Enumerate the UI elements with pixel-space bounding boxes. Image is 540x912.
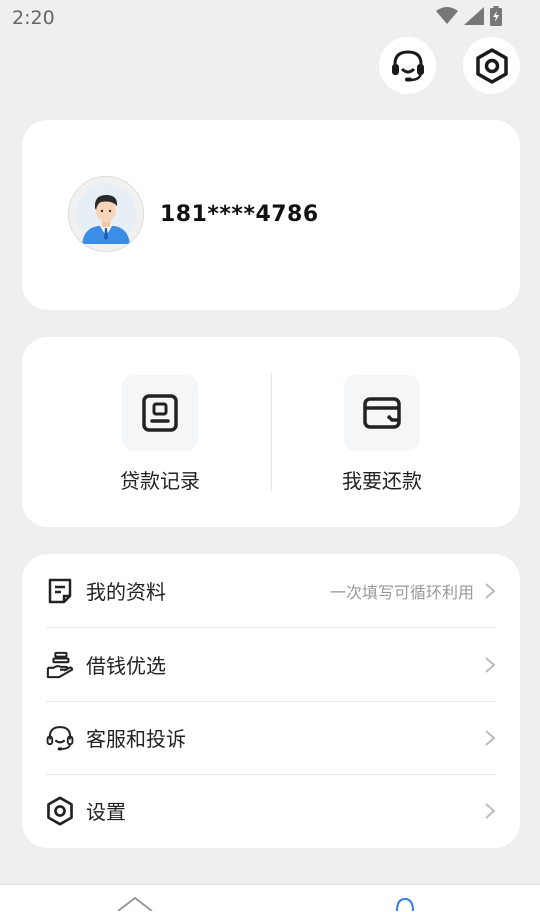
status-bar: 2:20 xyxy=(0,0,540,36)
menu-label-service-complaint: 客服和投诉 xyxy=(86,727,186,751)
repay-icon-box xyxy=(344,375,420,451)
customer-service-button[interactable] xyxy=(379,37,436,94)
loan-records-label: 贷款记录 xyxy=(120,469,200,493)
wallet-icon xyxy=(363,397,401,429)
menu-label-loan-picks: 借钱优选 xyxy=(86,654,166,678)
headset-icon xyxy=(391,49,424,81)
record-icon xyxy=(142,394,178,432)
home-tab-icon[interactable] xyxy=(116,895,154,911)
status-icons xyxy=(436,6,502,26)
profile-card[interactable]: 181****4786 xyxy=(22,120,520,310)
actions-card: 贷款记录 我要还款 xyxy=(22,337,520,527)
chevron-right-icon xyxy=(485,729,496,746)
menu-item-settings[interactable]: 设置 xyxy=(46,774,496,847)
headset-icon xyxy=(46,724,74,752)
menu-hint-my-info: 一次填写可循环利用 xyxy=(329,582,474,602)
menu-item-service-complaint[interactable]: 客服和投诉 xyxy=(46,701,496,775)
menu-card: 我的资料 一次填写可循环利用 借钱优选 客服和投诉 设置 xyxy=(22,554,520,848)
chevron-right-icon xyxy=(485,656,496,673)
user-phone: 181****4786 xyxy=(160,202,319,227)
signal-icon xyxy=(464,7,484,25)
user-avatar-icon xyxy=(76,184,136,244)
chevron-right-icon xyxy=(485,582,496,599)
profile-tab-icon[interactable] xyxy=(395,897,415,911)
bottom-nav xyxy=(0,884,540,912)
avatar[interactable] xyxy=(68,176,144,252)
hand-money-icon xyxy=(46,651,74,679)
menu-label-my-info: 我的资料 xyxy=(86,580,166,604)
repay-button[interactable]: 我要还款 xyxy=(292,375,472,494)
chevron-right-icon xyxy=(485,802,496,819)
menu-item-loan-picks[interactable]: 借钱优选 xyxy=(46,628,496,702)
loan-records-icon-box xyxy=(122,375,198,451)
battery-icon xyxy=(490,6,502,26)
menu-label-settings: 设置 xyxy=(86,800,126,824)
settings-icon xyxy=(46,796,74,825)
repay-label: 我要还款 xyxy=(342,469,422,493)
settings-button[interactable] xyxy=(463,37,520,94)
wifi-icon xyxy=(436,7,458,24)
settings-icon xyxy=(475,47,508,84)
document-icon xyxy=(46,577,74,605)
actions-divider xyxy=(271,373,272,491)
menu-item-my-info[interactable]: 我的资料 一次填写可循环利用 xyxy=(46,554,496,628)
loan-records-button[interactable]: 贷款记录 xyxy=(70,375,250,494)
status-time: 2:20 xyxy=(12,7,55,29)
